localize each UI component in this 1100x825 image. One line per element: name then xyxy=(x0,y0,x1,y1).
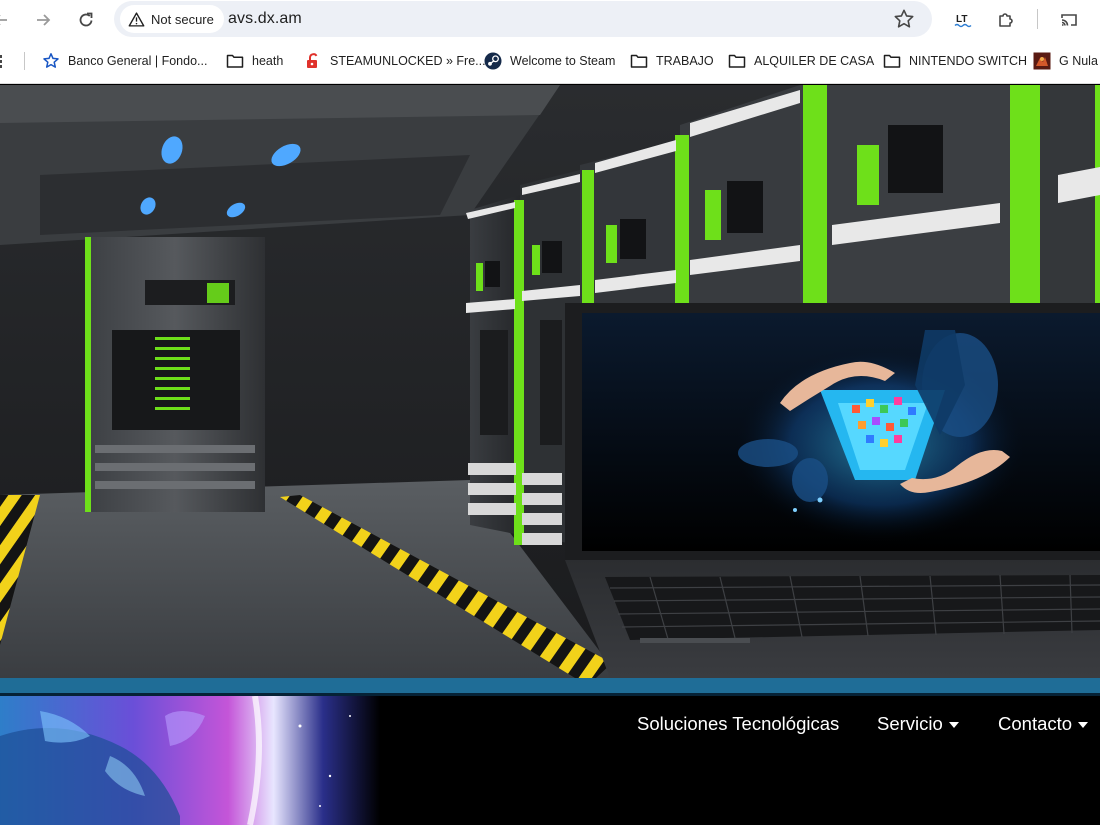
extensions-button[interactable] xyxy=(991,5,1021,35)
url-text[interactable]: avs.dx.am xyxy=(228,10,302,28)
bookmark-heath[interactable]: heath xyxy=(226,50,283,72)
reload-button[interactable] xyxy=(71,5,101,35)
bookmark-label: Welcome to Steam xyxy=(510,54,616,68)
bookmark-label: G Nula F xyxy=(1059,54,1100,68)
game-icon xyxy=(1033,52,1051,70)
back-button[interactable] xyxy=(0,5,16,35)
bookmarks-bar: Banco General | Fondo... heath STEAMUNLO… xyxy=(0,40,1100,84)
toolbar-divider xyxy=(1037,9,1038,29)
back-icon xyxy=(0,15,7,25)
nav-label: Soluciones Tecnológicas xyxy=(637,713,840,734)
steam-icon xyxy=(484,52,502,70)
bookmark-label: ALQUILER DE CASA xyxy=(754,54,875,68)
browser-toolbar: Not secure avs.dx.am LT xyxy=(0,0,1100,40)
site-info-chip[interactable]: Not secure xyxy=(120,5,224,33)
puzzle-icon xyxy=(999,13,1013,27)
bookmarks-divider xyxy=(24,52,25,70)
apps-button[interactable] xyxy=(0,50,10,72)
extension-lt-icon: LT xyxy=(954,14,972,28)
bookmark-banco-general[interactable]: Banco General | Fondo... xyxy=(42,50,207,72)
folder-icon xyxy=(226,54,244,68)
caret-down-icon xyxy=(1078,722,1089,728)
svg-text:LT: LT xyxy=(956,14,967,25)
laptop-illustration xyxy=(565,303,1100,678)
bookmark-label: NINTENDO SWITCH xyxy=(909,54,1028,68)
nav-contacto-dropdown[interactable]: Contacto xyxy=(998,713,1089,735)
bookmark-steam[interactable]: Welcome to Steam xyxy=(484,50,615,72)
nav-soluciones-tecnologicas[interactable]: Soluciones Tecnológicas xyxy=(637,713,839,735)
folder-icon xyxy=(630,54,648,68)
folder-icon xyxy=(883,54,901,68)
star-icon[interactable] xyxy=(892,7,916,31)
lt-extension-button[interactable]: LT xyxy=(948,5,978,35)
nav-servicio-dropdown[interactable]: Servicio xyxy=(877,713,959,735)
bookmark-label: TRABAJO xyxy=(656,54,714,68)
bookmark-label: heath xyxy=(252,54,284,68)
cast-button[interactable] xyxy=(1054,5,1084,35)
forward-button[interactable] xyxy=(28,5,58,35)
security-label: Not secure xyxy=(151,11,214,27)
bookmark-nintendo[interactable]: NINTENDO SWITCH xyxy=(883,50,1027,72)
bookmark-label: STEAMUNLOCKED » Fre... xyxy=(330,54,486,68)
bookmark-steamunlocked[interactable]: STEAMUNLOCKED » Fre... xyxy=(304,50,486,72)
accent-strip xyxy=(0,678,1100,693)
server-room-illustration xyxy=(0,85,1100,678)
reload-icon xyxy=(79,12,93,27)
bookmark-alquiler[interactable]: ALQUILER DE CASA xyxy=(728,50,874,72)
forward-icon xyxy=(37,14,51,26)
hero-banner xyxy=(0,85,1100,678)
star-icon xyxy=(43,53,59,68)
cast-icon xyxy=(1061,14,1077,26)
site-navigation: Soluciones Tecnológicas Servicio Contact… xyxy=(0,696,1100,825)
folder-icon xyxy=(728,54,746,68)
bookmark-trabajo[interactable]: TRABAJO xyxy=(630,50,714,72)
nav-label: Servicio xyxy=(877,713,943,734)
padlock-icon xyxy=(307,53,318,68)
bookmark-g-nula[interactable]: G Nula F xyxy=(1033,50,1100,72)
globe-logo-image xyxy=(0,696,380,825)
bookmark-label: Banco General | Fondo... xyxy=(68,54,208,68)
apps-grid-icon xyxy=(0,55,2,68)
address-bar[interactable]: Not secure avs.dx.am xyxy=(114,1,932,37)
warning-icon xyxy=(128,11,145,27)
caret-down-icon xyxy=(948,722,959,728)
nav-label: Contacto xyxy=(998,713,1073,734)
